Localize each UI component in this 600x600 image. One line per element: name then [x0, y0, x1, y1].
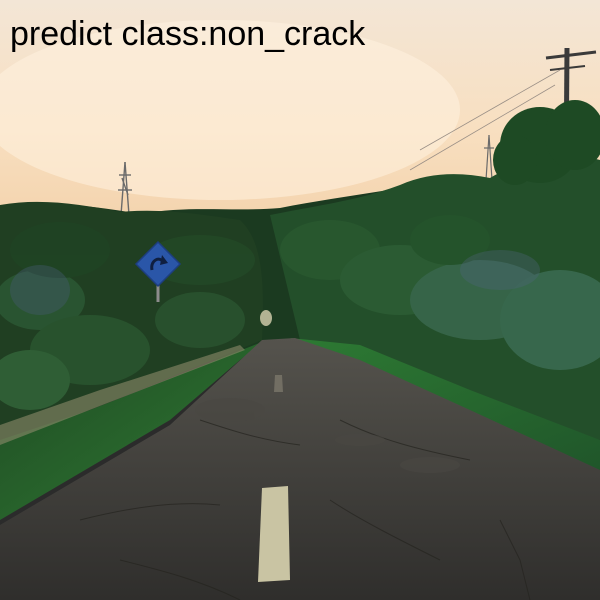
road-center-line	[258, 486, 290, 582]
road-center-line-far	[274, 375, 283, 392]
distant-object	[260, 310, 272, 326]
road-photo	[0, 0, 600, 600]
prediction-caption: predict class:non_crack	[10, 15, 366, 53]
photo-frame: predict class:non_crack	[0, 0, 600, 600]
